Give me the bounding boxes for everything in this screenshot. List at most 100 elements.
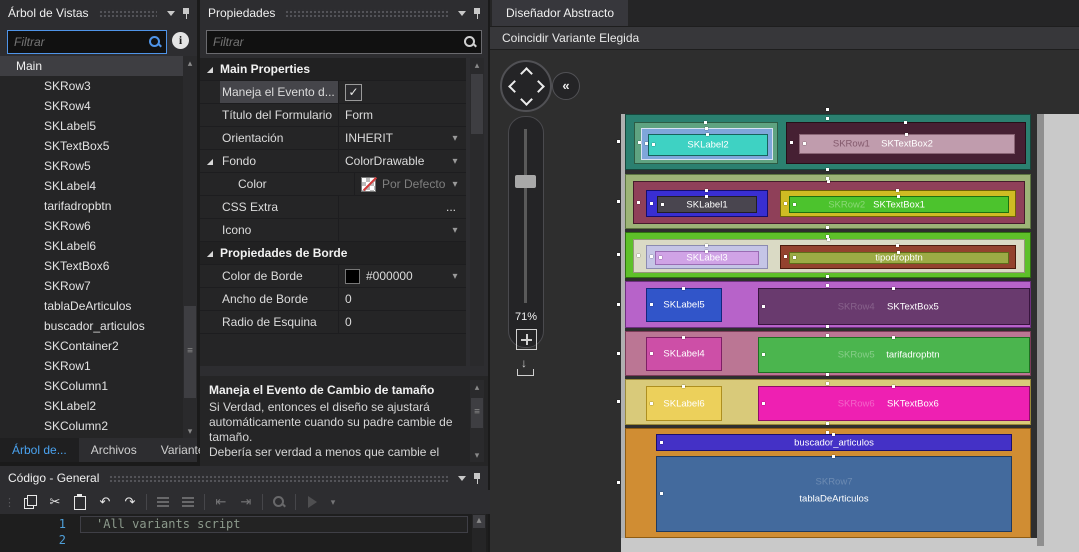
af-row[interactable]: SKLabel5 SKRow4 SKTextBox5	[617, 275, 1031, 328]
outdent-icon[interactable]: ⇤	[212, 493, 230, 511]
selection-handle[interactable]	[904, 121, 907, 124]
tab-archivos[interactable]: Archivos	[79, 438, 149, 462]
af-container[interactable]: tipodropbtn	[780, 244, 1016, 269]
selection-handle[interactable]	[659, 256, 662, 259]
scroll-up-icon[interactable]: ▴	[470, 380, 484, 394]
property-row[interactable]: Ancho de Borde 0	[200, 288, 466, 311]
selection-handle[interactable]	[826, 373, 829, 376]
dropdown-arrow-icon[interactable]: ▾	[448, 179, 462, 190]
selection-handle[interactable]	[896, 189, 899, 192]
paste-icon[interactable]	[71, 493, 89, 511]
collapse-button[interactable]: «	[552, 72, 580, 100]
selection-handle[interactable]	[793, 256, 796, 259]
match-variant-label[interactable]: Coincidir Variante Elegida	[502, 31, 639, 45]
af-row[interactable]: SKLabel6 SKRow6 SKTextBox6	[617, 373, 1031, 425]
tree-item[interactable]: SKLabel2	[0, 396, 183, 416]
selection-handle[interactable]	[826, 422, 829, 425]
pin-icon[interactable]	[181, 7, 191, 19]
property-section[interactable]: ◢ Main Properties	[200, 58, 466, 81]
editor-scrollbar[interactable]: ▴	[472, 514, 486, 552]
selection-handle[interactable]	[705, 250, 708, 253]
redo-icon[interactable]: ↷	[121, 493, 139, 511]
selection-handle[interactable]	[826, 431, 829, 434]
selection-handle[interactable]	[617, 481, 620, 484]
af-row[interactable]: SKColumn1SKLabel2 SKRow1 SKTextBox2	[617, 108, 1031, 170]
scroll-down-icon[interactable]: ▾	[470, 448, 484, 462]
scroll-thumb[interactable]: ≡	[471, 398, 483, 428]
tree-item[interactable]: SKRow7	[0, 276, 183, 296]
selection-handle[interactable]	[826, 235, 829, 238]
af-row[interactable]: SKLabel4 SKRow5 tarifadropbtn	[617, 325, 1031, 376]
af-row[interactable]: SKColumn3SKLabel1 SKRow2 SKTextBox1	[617, 168, 1031, 229]
pan-right-icon[interactable]	[532, 80, 545, 93]
selection-handle[interactable]	[617, 199, 620, 203]
zoom-track[interactable]	[524, 129, 527, 303]
property-grid-scrollbar[interactable]: ▴	[470, 58, 484, 366]
af-view-SKTextBox2[interactable]: SKRow1 SKTextBox2	[799, 133, 1015, 154]
tree-item[interactable]: SKTextBox5	[0, 136, 183, 156]
selection-handle[interactable]	[897, 195, 900, 198]
selection-handle[interactable]	[650, 255, 653, 258]
dropdown-arrow-icon[interactable]: ▾	[448, 133, 462, 144]
selection-handle[interactable]	[826, 177, 829, 180]
selection-handle[interactable]	[617, 140, 620, 143]
selection-handle[interactable]	[617, 253, 620, 256]
view-tree-filter-input[interactable]	[8, 31, 147, 53]
dropdown-arrow-icon[interactable]: ▾	[448, 271, 462, 282]
pan-down-icon[interactable]	[520, 93, 533, 106]
scroll-thumb[interactable]: ▴	[473, 515, 485, 528]
property-row[interactable]: Color Por Defecto ▾	[200, 173, 466, 196]
checkbox-checked-icon[interactable]: ✓	[345, 83, 362, 101]
selection-handle[interactable]	[705, 189, 708, 192]
selection-handle[interactable]	[892, 287, 895, 290]
af-container[interactable]: SKLabel3	[646, 244, 768, 269]
af-view-SKTextBox5[interactable]: SKRow4 SKTextBox5	[758, 287, 1030, 325]
tree-item[interactable]: SKLabel6	[0, 236, 183, 256]
selection-handle[interactable]	[832, 455, 835, 458]
selection-handle[interactable]	[617, 302, 620, 306]
chevron-down-icon[interactable]	[167, 10, 175, 16]
selection-handle[interactable]	[826, 382, 829, 385]
selection-handle[interactable]	[826, 334, 829, 337]
tree-item[interactable]: SKContainer2	[0, 336, 183, 356]
pin-icon[interactable]	[472, 472, 482, 484]
selection-handle[interactable]	[826, 325, 829, 328]
pan-left-icon[interactable]	[508, 80, 521, 93]
selection-handle[interactable]	[638, 141, 641, 144]
properties-filter-input[interactable]	[207, 31, 462, 53]
selection-handle[interactable]	[803, 142, 806, 145]
selection-handle[interactable]	[682, 385, 685, 388]
selection-handle[interactable]	[705, 127, 708, 130]
selection-handle[interactable]	[661, 202, 664, 206]
uncomment-icon[interactable]	[179, 493, 197, 511]
property-row[interactable]: ◢ Fondo ColorDrawable ▾	[200, 150, 466, 173]
scroll-up-icon[interactable]: ▴	[470, 58, 484, 72]
code-line[interactable]: 2	[0, 532, 474, 548]
selection-handle[interactable]	[826, 168, 829, 171]
selection-handle[interactable]	[892, 336, 895, 339]
designer-canvas[interactable]: SKColumn1SKLabel2SKRow1SKTextBox2SKColum…	[490, 50, 1079, 552]
scroll-thumb[interactable]: ≡	[184, 306, 196, 398]
tree-item[interactable]: SKRow1	[0, 356, 183, 376]
tree-item[interactable]: SKLabel5	[0, 116, 183, 136]
selection-handle[interactable]	[826, 117, 829, 120]
selection-handle[interactable]	[660, 492, 663, 495]
af-container[interactable]: SKLabel3 tipodropbtn	[633, 238, 1025, 273]
selection-handle[interactable]	[827, 180, 830, 183]
find-icon[interactable]	[270, 493, 288, 511]
selection-handle[interactable]	[826, 284, 829, 287]
tree-item-main[interactable]: Main	[0, 56, 183, 76]
af-view-SKLabel1[interactable]: SKLabel1	[657, 195, 757, 213]
property-row[interactable]: Color de Borde #000000 ▾	[200, 265, 466, 288]
pin-icon[interactable]	[472, 7, 482, 19]
tree-item[interactable]: SKLabel4	[0, 176, 183, 196]
tree-item[interactable]: tablaDeArticulos	[0, 296, 183, 316]
zoom-slider-thumb[interactable]	[515, 175, 536, 188]
af-view-SKLabel3[interactable]: SKLabel3	[655, 250, 759, 265]
selection-handle[interactable]	[897, 251, 900, 254]
property-row[interactable]: Título del Formulario Form	[200, 104, 466, 127]
af-container[interactable]: SKColumn1SKLabel2	[641, 127, 773, 160]
description-scrollbar[interactable]: ▴ ≡ ▾	[470, 380, 484, 462]
af-view-tipodropbtn[interactable]: tipodropbtn	[789, 251, 1009, 264]
indent-icon[interactable]: ⇥	[237, 493, 255, 511]
